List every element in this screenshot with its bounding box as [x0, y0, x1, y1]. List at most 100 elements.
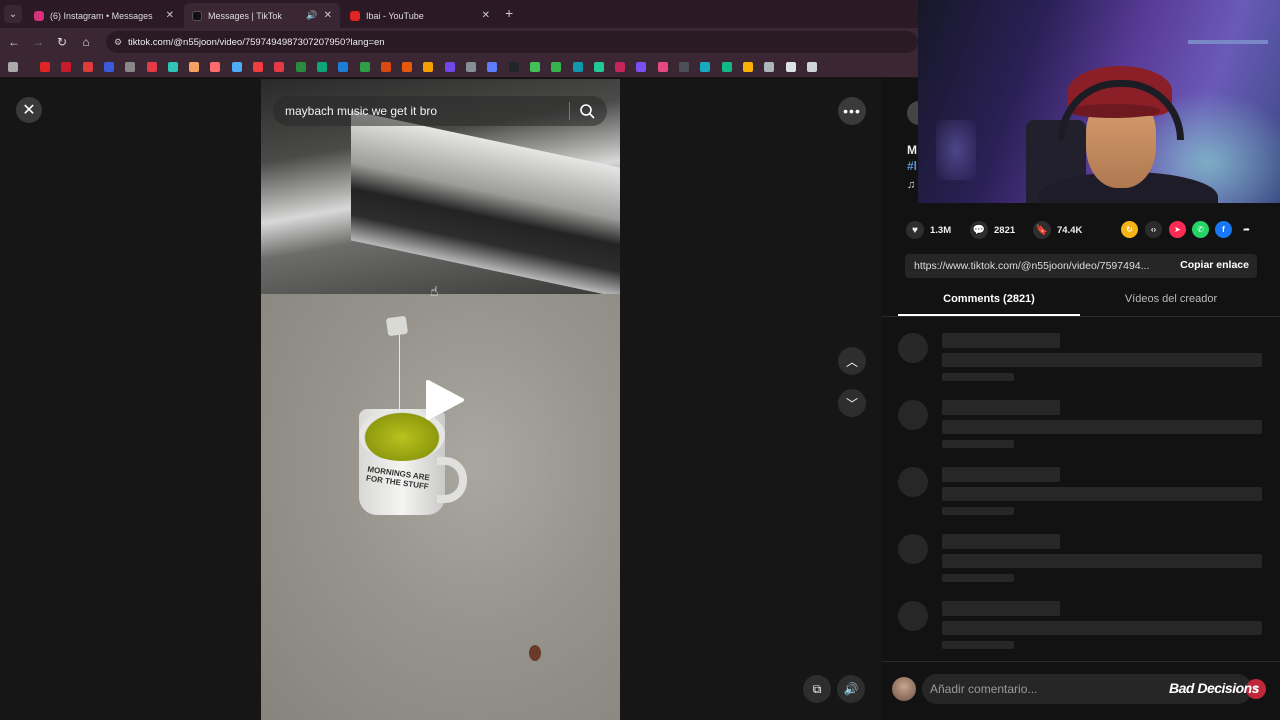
bookmark-icon[interactable]	[657, 62, 668, 72]
close-tab-icon[interactable]: ✕	[482, 10, 490, 21]
skeleton-line	[942, 373, 1014, 381]
webcam-overlay	[918, 0, 1280, 203]
bookmark-icon[interactable]	[125, 62, 136, 72]
skeleton-avatar	[898, 333, 928, 363]
back-arrow-icon[interactable]: ←	[6, 35, 22, 49]
like-button[interactable]: ♥ 1.3M	[906, 221, 951, 239]
caption-hashtag[interactable]: #l	[907, 159, 917, 173]
bookmark-icon[interactable]	[231, 62, 242, 72]
whatsapp-icon[interactable]: ✆	[1192, 221, 1209, 238]
skeleton-line	[942, 507, 1014, 515]
tab-search-button[interactable]: ⌄	[4, 5, 22, 23]
bookmark-icon[interactable]	[338, 62, 349, 72]
bookmark-icon[interactable]	[466, 62, 476, 72]
bookmark-icon[interactable]	[316, 62, 327, 72]
stream-watermark: Bad Decisions	[1169, 680, 1259, 696]
bookmark-icon[interactable]	[146, 62, 157, 72]
save-button[interactable]: 🔖 74.4K	[1033, 221, 1082, 239]
bookmark-icon[interactable]	[806, 62, 817, 72]
comment-placeholder: Añadir comentario...	[930, 682, 1038, 696]
share-arrow-icon[interactable]: ➦	[1238, 221, 1255, 238]
bookmark-icon[interactable]	[423, 62, 434, 72]
comment-skeleton	[898, 400, 1268, 450]
bookmark-icon[interactable]	[380, 62, 391, 72]
copy-link-button[interactable]: Copiar enlace	[1180, 259, 1249, 271]
bookmark-icon[interactable]	[508, 62, 519, 72]
comment-icon: 💬	[970, 221, 988, 239]
instagram-icon	[34, 10, 44, 21]
facebook-icon[interactable]: f	[1215, 221, 1232, 238]
tab-tiktok[interactable]: Messages | TikTok 🔊 ✕	[184, 3, 340, 28]
video-link-text[interactable]: https://www.tiktok.com/@n55joon/video/75…	[914, 260, 1149, 272]
comment-skeleton	[898, 333, 1268, 383]
like-count: 1.3M	[930, 224, 952, 236]
bookmark-icon[interactable]	[615, 62, 626, 72]
bookmark-icon[interactable]	[742, 62, 753, 72]
bookmark-icon[interactable]	[636, 62, 647, 72]
next-video-button[interactable]: ﹀	[838, 389, 866, 417]
tab-creator-videos[interactable]: Vídeos del creador	[1080, 293, 1262, 305]
skeleton-line	[942, 621, 1262, 635]
embed-icon[interactable]: ‹›	[1145, 221, 1162, 238]
bookmark-icon[interactable]	[402, 62, 413, 72]
skeleton-line	[942, 641, 1014, 649]
bookmark-icon[interactable]	[253, 62, 263, 72]
url-text: tiktok.com/@n55joon/video/75974949873072…	[128, 36, 385, 48]
bookmark-icon[interactable]	[167, 62, 178, 72]
bookmark-icon[interactable]	[679, 62, 689, 72]
mini-player-icon[interactable]: ⧉	[803, 675, 831, 703]
video-search-bar[interactable]: maybach music we get it bro	[273, 96, 607, 126]
skeleton-line	[942, 353, 1262, 367]
bookmark-icon[interactable]	[700, 62, 711, 72]
bookmark-icon[interactable]	[274, 62, 285, 72]
bookmark-icon[interactable]	[764, 62, 775, 72]
comment-count: 2821	[994, 224, 1016, 236]
play-icon[interactable]	[424, 379, 464, 421]
bookmark-icon[interactable]	[40, 62, 50, 72]
bookmark-icon[interactable]	[572, 62, 583, 72]
bookmark-icon[interactable]	[444, 62, 455, 72]
tab-instagram[interactable]: (6) Instagram • Messages ✕	[26, 3, 182, 28]
send-to-friend-icon[interactable]: ➤	[1169, 221, 1186, 238]
tab-comments[interactable]: Comments (2821)	[898, 293, 1080, 305]
site-info-icon[interactable]: ⚙	[114, 37, 124, 47]
forward-arrow-icon[interactable]: →	[30, 35, 46, 49]
bookmark-icon[interactable]	[103, 62, 114, 72]
tab-label: Ibai - YouTube	[366, 10, 424, 21]
bookmark-icon[interactable]	[82, 62, 93, 72]
bookmark-icon[interactable]	[487, 62, 498, 72]
more-options-button[interactable]: •••	[838, 97, 866, 125]
search-icon[interactable]	[579, 103, 595, 119]
bookmark-icon[interactable]	[593, 62, 604, 72]
bookmark-icon[interactable]	[551, 62, 562, 72]
video-link-field: https://www.tiktok.com/@n55joon/video/75…	[905, 254, 1257, 278]
user-avatar[interactable]	[892, 677, 916, 701]
bookmark-icon[interactable]	[61, 62, 72, 72]
skeleton-avatar	[898, 467, 928, 497]
volume-icon[interactable]: 🔊	[837, 675, 865, 703]
repost-icon[interactable]: ↻	[1121, 221, 1138, 238]
previous-video-button[interactable]: ︿	[838, 347, 866, 375]
close-tab-icon[interactable]: ✕	[324, 10, 332, 21]
tab-youtube[interactable]: Ibai - YouTube ✕	[342, 3, 498, 28]
music-icon[interactable]: ♫	[907, 179, 915, 191]
comment-button[interactable]: 💬 2821	[970, 221, 1015, 239]
new-tab-button[interactable]: +	[505, 5, 513, 21]
skeleton-avatar	[898, 534, 928, 564]
bookmark-icon[interactable]	[359, 62, 370, 72]
url-field[interactable]: ⚙ tiktok.com/@n55joon/video/759749498730…	[106, 31, 918, 53]
close-tab-icon[interactable]: ✕	[166, 10, 174, 21]
speaker-icon[interactable]: 🔊	[306, 10, 317, 21]
bookmark-icon[interactable]	[189, 62, 200, 72]
reload-icon[interactable]: ↻	[54, 35, 70, 49]
author-name[interactable]: M	[907, 143, 917, 157]
bookmark-icon[interactable]	[785, 62, 796, 72]
bookmark-icon[interactable]	[210, 62, 221, 72]
bookmark-icon[interactable]	[529, 62, 540, 72]
bookmark-icon[interactable]	[295, 62, 306, 72]
home-icon[interactable]: ⌂	[78, 35, 94, 49]
bookmark-icon[interactable]	[721, 62, 732, 72]
tiktok-icon	[192, 10, 202, 21]
apps-grid-icon[interactable]	[8, 62, 18, 72]
close-video-button[interactable]: ✕	[16, 97, 42, 123]
